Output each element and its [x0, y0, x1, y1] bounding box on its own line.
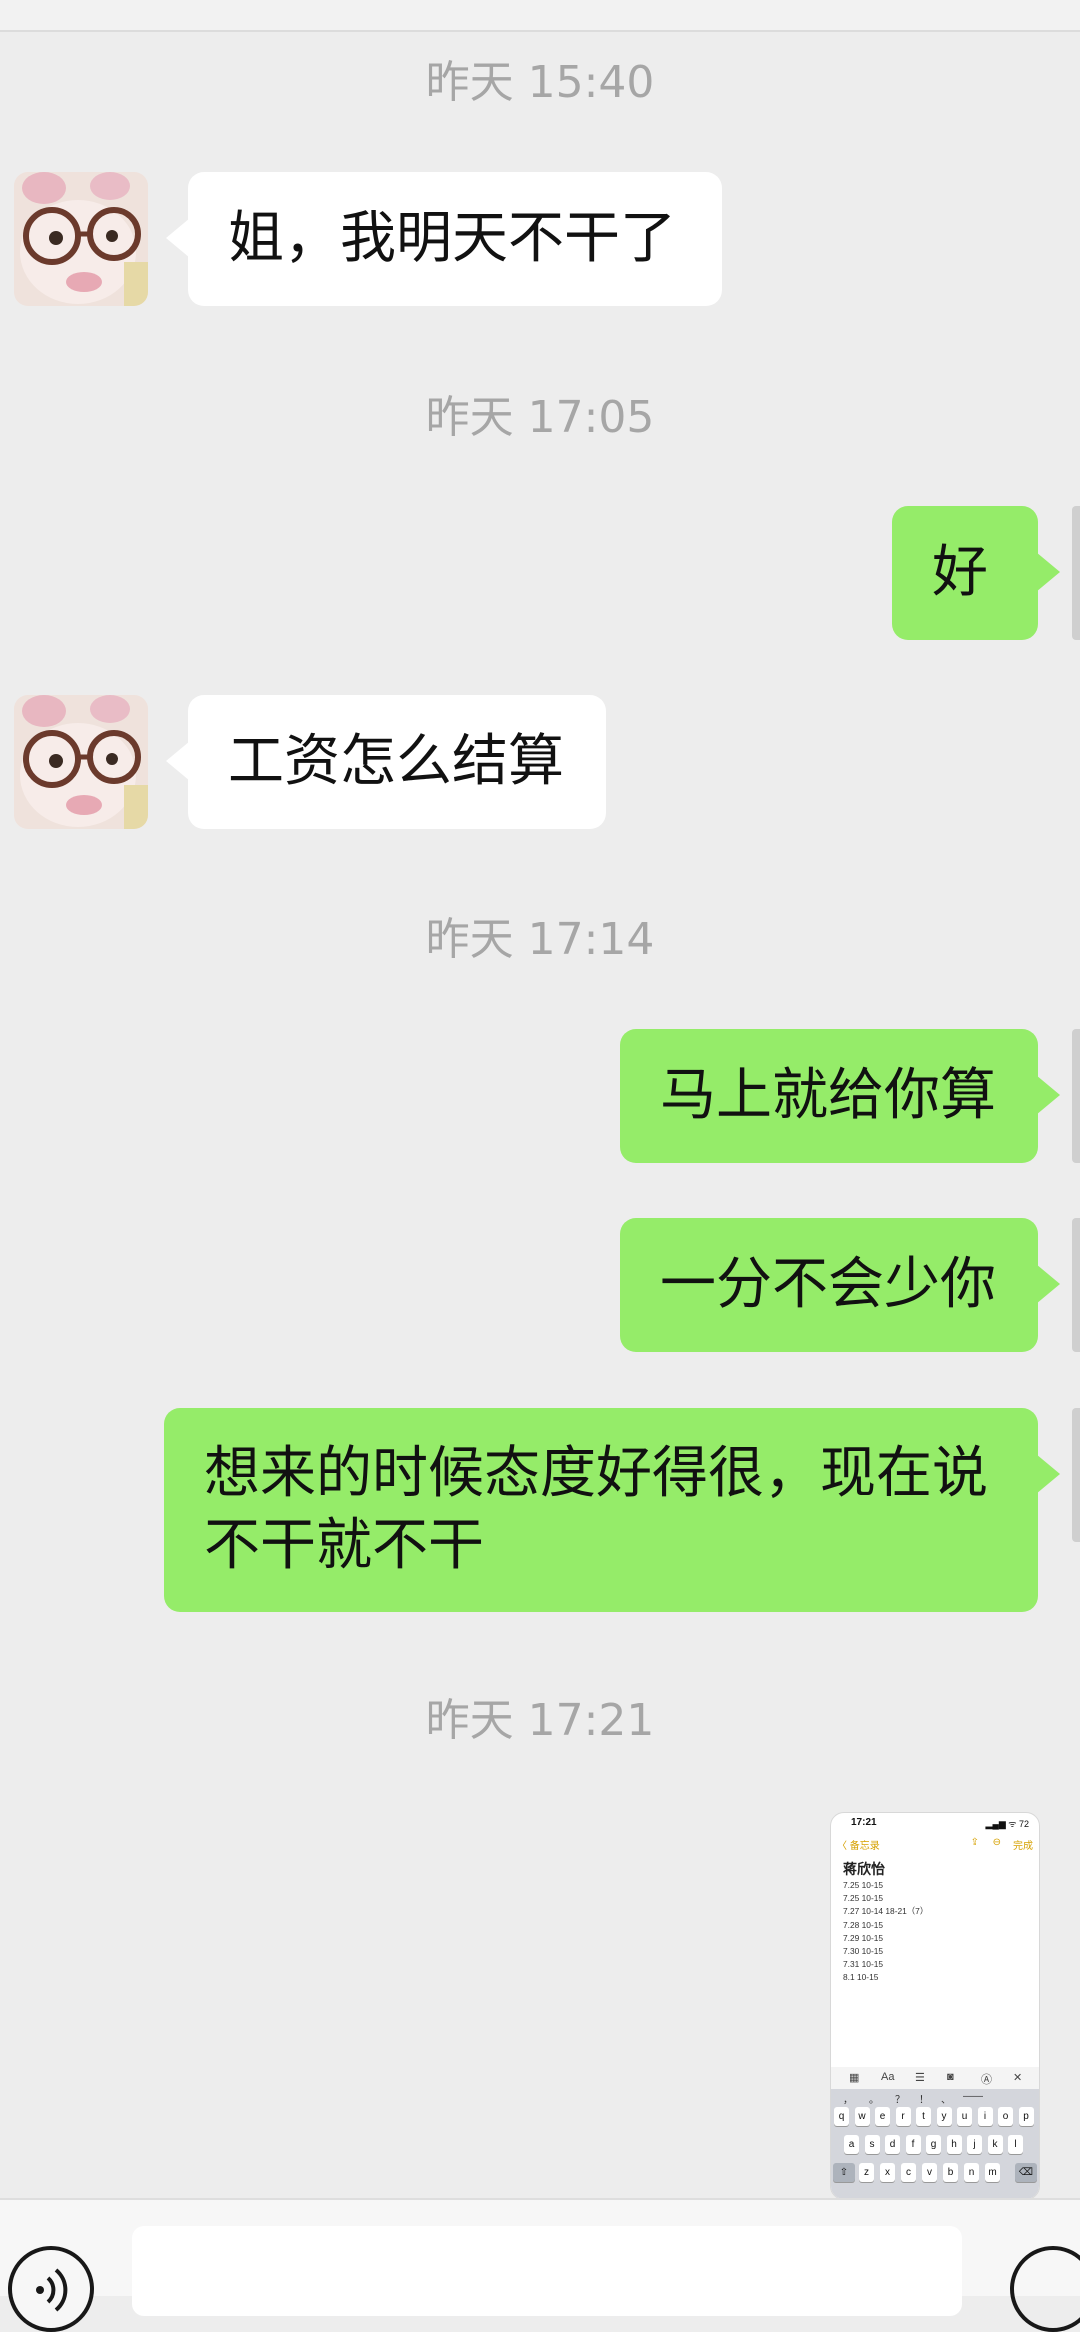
message-bubble-sent[interactable]: 想来的时候态度好得很，现在说 不干就不干 [164, 1408, 1060, 1612]
thumb-keyboard: ， 。 ？ ！ 、 —— qwertyuiop asdfghjkl ⇧ ⌫ zx… [831, 2089, 1039, 2199]
contact-avatar[interactable] [14, 695, 148, 829]
thumb-done: 完成 [1013, 1841, 1033, 1852]
thumb-key-d: d [885, 2135, 900, 2154]
thumb-note-line: 7.29 10-15 [843, 1932, 884, 1943]
thumb-key-z: z [859, 2163, 874, 2182]
thumb-note-line: 7.27 10-14 18-21（7） [843, 1906, 929, 1917]
thumb-key-s: s [864, 2135, 880, 2154]
thumb-key-h: h [946, 2135, 962, 2154]
thumb-delete-key: ⌫ [1015, 2163, 1037, 2182]
thumb-key-u: u [957, 2107, 972, 2126]
thumb-key-a: a [844, 2135, 859, 2154]
thumb-note-line: 7.31 10-15 [843, 1959, 884, 1970]
thumb-back: 〈 备忘录 [837, 1841, 880, 1852]
avatar-glasses-toy-icon [14, 172, 148, 306]
timestamp: 昨天 15:40 [425, 57, 655, 108]
thumb-key-x: x [880, 2163, 895, 2182]
thumb-key-row: asdfghjkl [831, 2135, 1039, 2157]
thumb-more-icon: ⊖ [992, 1837, 1001, 1848]
thumb-markup-icon: Ⓐ [981, 2074, 992, 2086]
thumb-key-j: j [967, 2135, 982, 2154]
thumb-punct: 、 [941, 2095, 951, 2106]
thumb-clock: 17:21 [851, 1817, 877, 1828]
voice-wave-icon [36, 2268, 68, 2312]
thumb-close-icon: ✕ [1013, 2072, 1023, 2084]
thumb-key-v: v [922, 2163, 937, 2182]
message-bubble-sent[interactable]: 好 [892, 506, 1060, 640]
thumb-key-n: n [964, 2163, 979, 2182]
thumb-key-t: t [916, 2107, 931, 2126]
thumb-share-icon: ⇪ [970, 1837, 979, 1848]
thumb-format-icon: Aa [881, 2071, 895, 2083]
timestamp: 昨天 17:14 [425, 914, 655, 965]
thumb-key-row: qwertyuiop [831, 2107, 1039, 2129]
thumb-key-b: b [943, 2163, 958, 2182]
thumb-key-row: ⇧ ⌫ zxcvbnm [831, 2163, 1039, 2185]
thumb-key-g: g [926, 2135, 941, 2154]
message-bubble-sent[interactable]: 马上就给你算 [620, 1029, 1060, 1163]
thumb-punctuation-row: ， 。 ？ ！ 、 —— [831, 2091, 1039, 2106]
sent-image-screenshot[interactable]: 17:21 ▂▄▆ ᯤ 72 〈 备忘录 ⇪ ⊖ 完成 蒋欣怡 7.25 10-… [830, 1812, 1040, 2200]
thumb-note-line: 7.30 10-15 [843, 1946, 884, 1957]
thumb-table-icon: ▦ [849, 2072, 860, 2084]
thumb-key-f: f [905, 2135, 921, 2154]
thumb-punct: ！ [919, 2095, 929, 2106]
thumb-key-y: y [936, 2107, 952, 2126]
message-text: 一分不会少你 [660, 1252, 996, 1317]
chat-input-bar [0, 2198, 1080, 2332]
message-text-line: 想来的时候态度好得很，现在说 [204, 1441, 988, 1506]
thumb-note-line: 8.1 10-15 [843, 1972, 879, 1983]
thumb-signal-battery: ▂▄▆ ᯤ 72 [985, 1819, 1029, 1829]
message-text: 姐，我明天不干了 [228, 206, 676, 271]
message-input[interactable] [132, 2226, 962, 2316]
message-bubble-received[interactable]: 姐，我明天不干了 [166, 172, 722, 306]
thumb-camera-icon: ◙ [947, 2071, 954, 2083]
thumb-note-line: 7.25 10-15 [843, 1880, 884, 1890]
timestamp: 昨天 17:21 [425, 1695, 655, 1746]
message-text-line: 不干就不干 [204, 1513, 484, 1578]
timestamp: 昨天 17:05 [425, 392, 655, 443]
thumb-note-line: 7.28 10-15 [843, 1919, 884, 1930]
thumb-punct: 。 [869, 2095, 879, 2106]
thumb-punct: —— [963, 2091, 983, 2102]
thumb-punct: ？ [895, 2095, 905, 2106]
avatar-glasses-toy-icon [14, 695, 148, 829]
thumb-key-o: o [998, 2107, 1013, 2126]
self-avatar-edge[interactable] [1072, 1408, 1080, 1542]
thumb-key-e: e [875, 2107, 890, 2126]
plus-icon[interactable] [1010, 2246, 1080, 2332]
contact-avatar[interactable] [14, 172, 148, 306]
thumb-key-k: k [987, 2135, 1003, 2154]
message-text: 好 [932, 540, 988, 605]
thumb-notes-toolbar: ▦ Aa ☰ ◙ Ⓐ ✕ [831, 2067, 1039, 2089]
voice-input-button[interactable] [8, 2246, 94, 2332]
message-text: 工资怎么结算 [228, 729, 564, 794]
top-edge [0, 0, 1080, 32]
thumb-shift-key: ⇧ [833, 2163, 855, 2182]
thumb-key-i: i [977, 2107, 993, 2126]
thumb-key-w: w [854, 2107, 870, 2126]
thumb-punct: ， [843, 2095, 853, 2106]
message-bubble-received[interactable]: 工资怎么结算 [166, 695, 606, 829]
thumb-key-l: l [1008, 2135, 1023, 2154]
thumb-key-q: q [834, 2107, 849, 2126]
thumb-note-title: 蒋欣怡 [843, 1861, 885, 1877]
thumb-key-c: c [901, 2163, 916, 2182]
thumb-notes-nav: 〈 备忘录 ⇪ ⊖ 完成 [831, 1837, 1039, 1853]
thumb-key-m: m [985, 2163, 1000, 2182]
self-avatar-edge[interactable] [1072, 1218, 1080, 1352]
thumb-checklist-icon: ☰ [915, 2072, 925, 2084]
thumb-note-lines: 7.25 10-15 7.25 10-15 7.27 10-14 18-21（7… [843, 1879, 928, 1985]
message-text: 马上就给你算 [660, 1063, 996, 1128]
thumb-status-bar: 17:21 ▂▄▆ ᯤ 72 [831, 1813, 1039, 1831]
thumb-key-p: p [1018, 2107, 1034, 2126]
thumb-note-line: 7.25 10-15 [843, 1893, 884, 1904]
self-avatar-edge[interactable] [1072, 1029, 1080, 1163]
message-bubble-sent[interactable]: 一分不会少你 [620, 1218, 1060, 1352]
thumb-key-r: r [895, 2107, 911, 2126]
self-avatar-edge[interactable] [1072, 506, 1080, 640]
